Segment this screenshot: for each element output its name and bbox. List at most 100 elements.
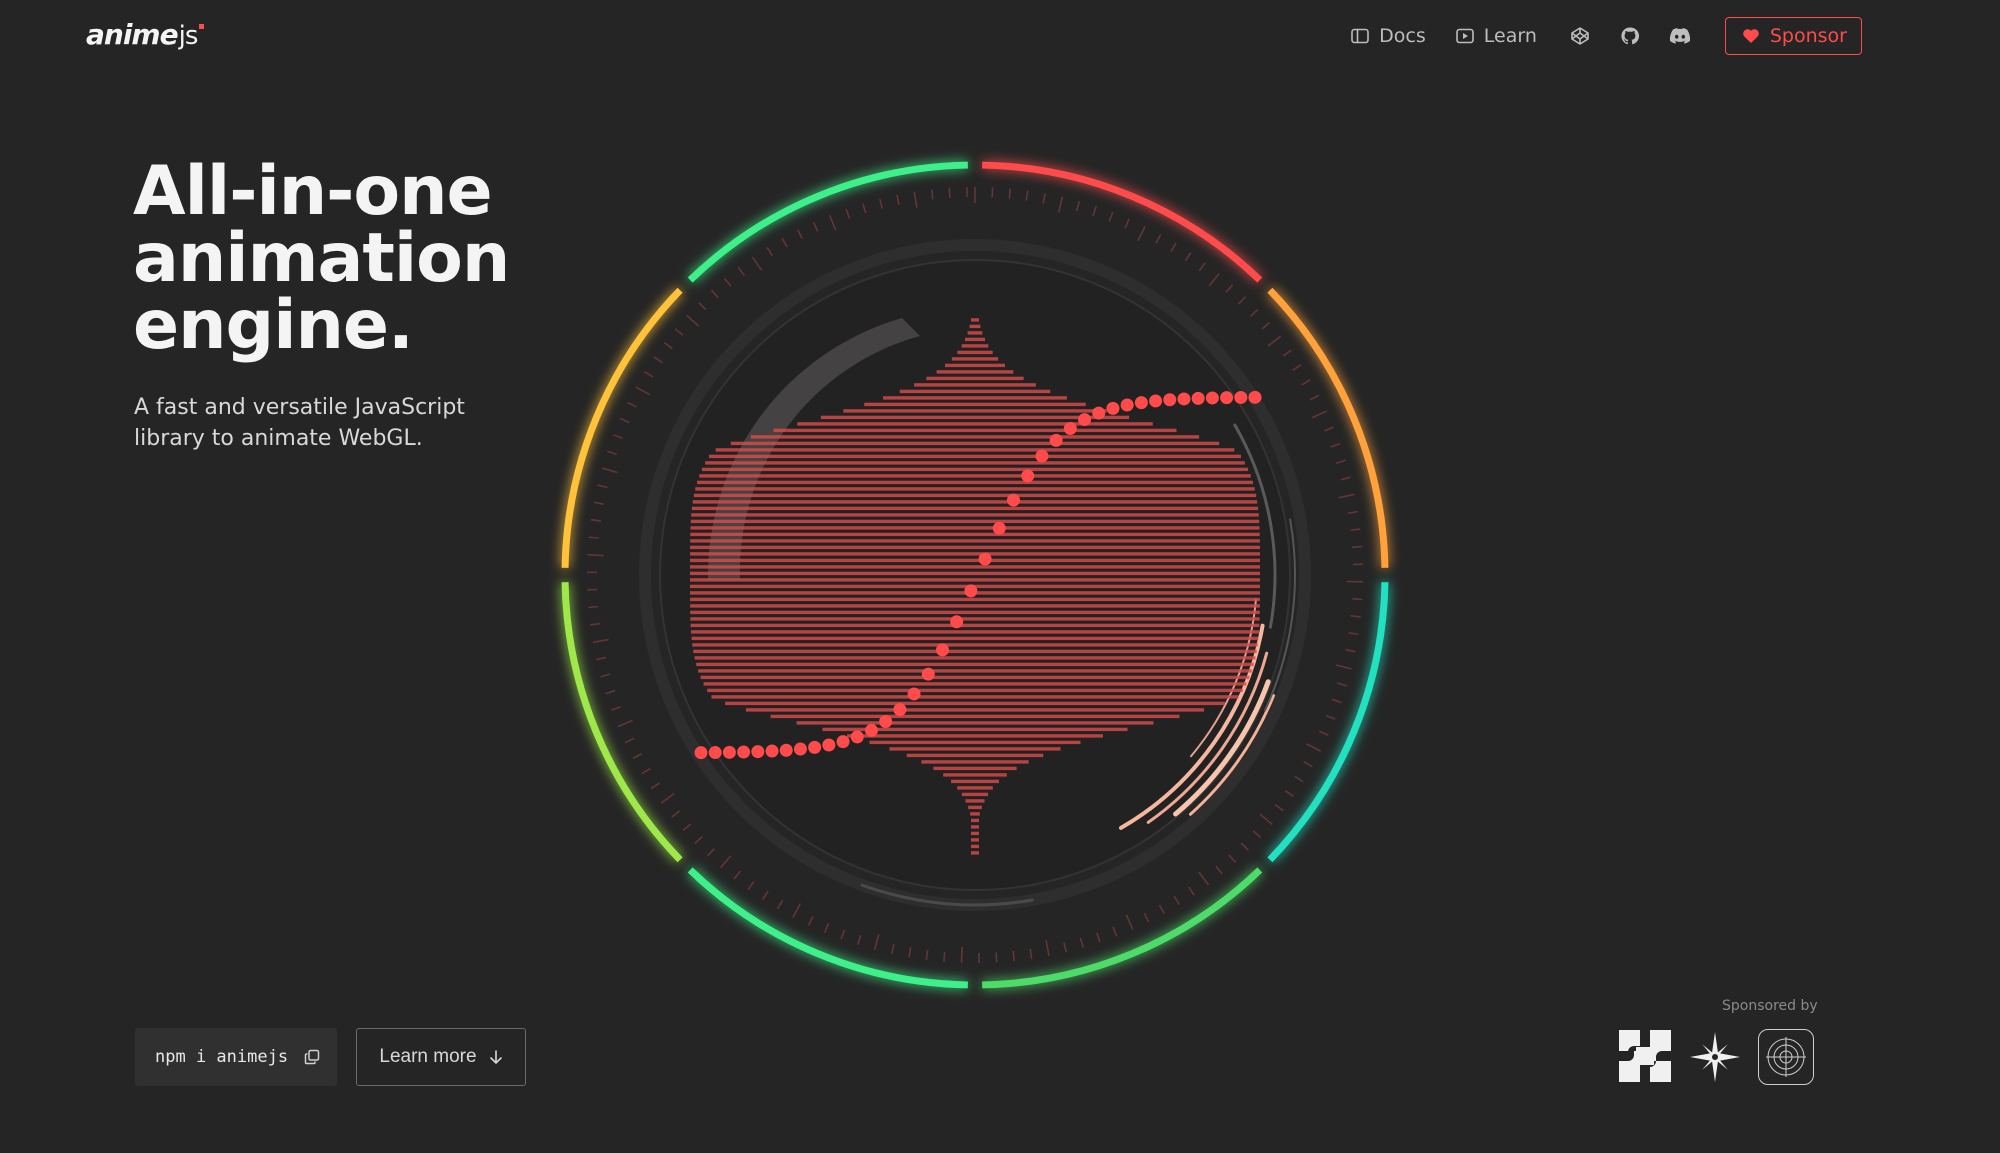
curve-dot <box>864 723 878 737</box>
curve-dot <box>1191 391 1205 405</box>
tick-mark <box>607 450 617 456</box>
tick-mark <box>1042 193 1046 204</box>
github-link[interactable] <box>1617 23 1643 49</box>
tick-mark <box>650 782 660 790</box>
animejs-logo[interactable]: anime js <box>86 18 205 58</box>
tick-mark <box>812 221 819 232</box>
curve-dot <box>1134 396 1148 410</box>
bar-line <box>690 558 1260 563</box>
bar-line <box>965 799 985 803</box>
tick-mark <box>879 198 884 209</box>
tick-mark <box>592 638 609 644</box>
bar-line <box>691 636 1259 641</box>
bar-line <box>847 734 1103 738</box>
tick-mark <box>1335 664 1352 670</box>
bar-line <box>971 844 979 849</box>
bar-line <box>770 714 1180 719</box>
tick-mark <box>1348 632 1359 636</box>
learn-more-button[interactable]: Learn more <box>356 1028 526 1086</box>
curve-dot <box>722 745 736 759</box>
tick-mark <box>600 673 611 678</box>
tick-mark <box>890 944 895 955</box>
curve-dot <box>1092 406 1106 420</box>
tick-mark <box>1301 379 1311 386</box>
tick-mark <box>663 341 673 350</box>
curve-dot <box>1035 449 1049 463</box>
sponsor-logo-star[interactable] <box>1689 1031 1741 1083</box>
tick-mark <box>823 923 830 933</box>
tick-mark <box>1259 813 1273 826</box>
sponsor-logo-blocks[interactable] <box>1616 1027 1674 1085</box>
sponsor-button[interactable]: Sponsor <box>1724 17 1862 55</box>
bar-line <box>971 318 979 322</box>
bar-line <box>957 786 993 790</box>
curve-dot <box>1063 421 1077 435</box>
curve-dot <box>808 740 822 754</box>
bar-line <box>690 526 1260 530</box>
tick-mark <box>862 203 867 214</box>
copy-icon[interactable] <box>304 1049 320 1065</box>
bar-line <box>690 610 1260 615</box>
bar-line <box>796 721 1154 725</box>
tick-mark <box>1143 912 1150 923</box>
bar-line <box>745 708 1205 712</box>
bar-line <box>709 454 1241 459</box>
nav-docs-link[interactable]: Docs <box>1351 25 1426 47</box>
tick-mark <box>1092 206 1097 217</box>
curve-dot <box>1248 390 1262 404</box>
bar-line <box>692 500 1258 504</box>
curve-dot <box>737 745 751 759</box>
tick-mark <box>1335 459 1346 464</box>
discord-link[interactable] <box>1667 23 1693 49</box>
bar-line <box>690 617 1260 621</box>
tick-mark <box>588 536 599 539</box>
curve-dot <box>893 703 907 717</box>
tick-mark <box>1330 442 1341 448</box>
tick-mark <box>641 767 651 775</box>
tick-mark <box>593 501 604 505</box>
tick-mark <box>840 929 846 940</box>
bar-line <box>697 480 1253 485</box>
bar-line <box>691 506 1259 511</box>
tick-mark <box>1351 545 1363 549</box>
tick-mark <box>1029 948 1033 959</box>
learn-more-label: Learn more <box>379 1046 477 1067</box>
curve-dot <box>836 735 850 749</box>
tick-mark <box>781 237 788 248</box>
bar-line <box>921 760 1029 764</box>
page: anime js Docs Learn Sponsor All-in-one a… <box>0 0 2000 1153</box>
codepen-link[interactable] <box>1567 23 1593 49</box>
curve-dot <box>1205 391 1219 405</box>
tick-mark <box>1198 262 1206 272</box>
tick-mark <box>619 417 630 424</box>
sponsor-logo-target[interactable] <box>1758 1029 1814 1085</box>
bar-line <box>701 467 1249 472</box>
tick-mark <box>597 484 608 489</box>
install-command[interactable]: npm i animejs <box>135 1028 337 1086</box>
tick-mark <box>1112 926 1118 937</box>
github-icon <box>1620 26 1640 46</box>
tick-mark <box>1008 188 1011 199</box>
tick-mark <box>1252 830 1262 839</box>
bar-line <box>968 805 982 810</box>
bar-line <box>750 435 1200 439</box>
tick-mark <box>1237 296 1247 305</box>
bar-line <box>690 539 1260 543</box>
tick-mark <box>1096 932 1101 943</box>
bar-line <box>703 682 1247 686</box>
curve-dot <box>1106 401 1120 415</box>
bar-line <box>914 383 1036 387</box>
curve-dot <box>850 730 864 744</box>
bar-line <box>691 630 1259 634</box>
curve-dot <box>978 552 992 566</box>
curve-dot <box>793 742 807 756</box>
bar-line <box>695 487 1255 491</box>
bar-line <box>869 740 1081 745</box>
tick-mark <box>896 194 900 205</box>
nav-learn-link[interactable]: Learn <box>1455 25 1537 47</box>
tick-mark <box>1215 865 1223 875</box>
tick-mark <box>1345 648 1356 653</box>
tick-mark <box>1350 615 1361 618</box>
curve-dot <box>992 521 1006 535</box>
tick-mark <box>1250 308 1259 317</box>
